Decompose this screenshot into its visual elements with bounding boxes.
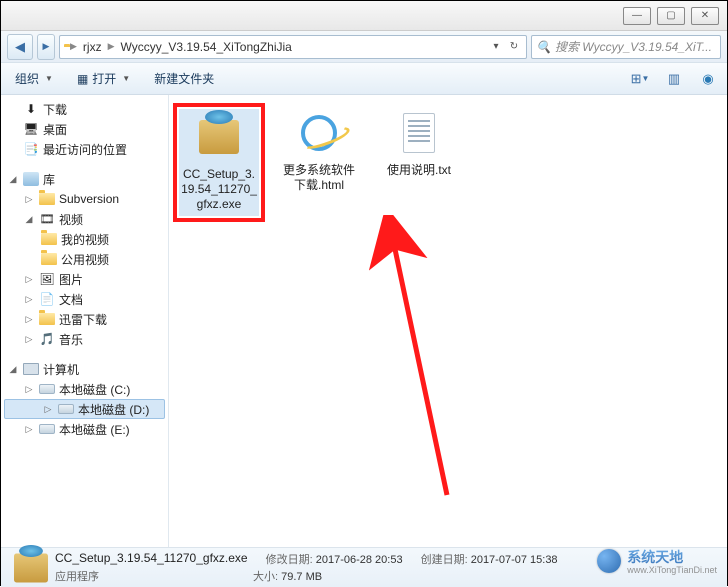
- nav-computer[interactable]: ◢计算机: [1, 359, 168, 379]
- expand-icon[interactable]: ▷: [23, 384, 35, 395]
- open-label: 打开: [92, 70, 116, 87]
- breadcrumb-sep: ▶: [70, 41, 77, 52]
- library-icon: [23, 171, 39, 187]
- file-item-html[interactable]: 更多系统软件下载.html: [279, 109, 359, 193]
- search-placeholder: 搜索 Wyccyy_V3.19.54_XiT...: [555, 38, 712, 55]
- folder-icon: [41, 251, 57, 267]
- forward-button[interactable]: ▶: [37, 34, 55, 60]
- expand-icon[interactable]: ▷: [23, 334, 35, 345]
- nav-pictures[interactable]: ▷🖼图片: [1, 269, 168, 289]
- nav-public-videos[interactable]: 公用视频: [1, 249, 168, 269]
- details-mod-value: 2017-06-28 20:53: [316, 554, 403, 566]
- file-name: CC_Setup_3.19.54_11270_gfxz.exe: [181, 167, 257, 212]
- file-item-txt[interactable]: 使用说明.txt: [379, 109, 459, 178]
- collapse-icon[interactable]: ◢: [23, 214, 35, 225]
- drive-icon: [39, 381, 55, 397]
- close-button[interactable]: ✕: [691, 7, 719, 25]
- watermark: 系统天地 www.XiTongTianDi.net: [597, 547, 717, 575]
- computer-icon: [23, 361, 39, 377]
- collapse-icon[interactable]: ◢: [7, 174, 19, 185]
- nav-music[interactable]: ▷🎵音乐: [1, 329, 168, 349]
- address-row: ◀ ▶ ▶ rjxz ▶ Wyccyy_V3.19.54_XiTongZhiJi…: [1, 31, 727, 63]
- file-name: 更多系统软件下载.html: [279, 163, 359, 193]
- search-input[interactable]: 🔍 搜索 Wyccyy_V3.19.54_XiT...: [531, 35, 721, 59]
- details-size-value: 79.7 MB: [281, 571, 322, 583]
- annotation-arrow: [357, 215, 477, 515]
- address-dropdown-icon[interactable]: ▾: [488, 39, 504, 55]
- organize-label: 组织: [15, 70, 39, 87]
- installer-icon: [195, 113, 243, 161]
- open-icon: ▦: [77, 72, 88, 86]
- expand-icon[interactable]: ▷: [42, 404, 54, 415]
- address-bar[interactable]: ▶ rjxz ▶ Wyccyy_V3.19.54_XiTongZhiJia ▾ …: [59, 35, 527, 59]
- watermark-logo-icon: [597, 549, 621, 573]
- toolbar: 组织▼ ▦ 打开▼ 新建文件夹 ⊞▼ ▥ ◉: [1, 63, 727, 95]
- nav-subversion[interactable]: ▷Subversion: [1, 189, 168, 209]
- nav-videos[interactable]: ◢🎞视频: [1, 209, 168, 229]
- details-size-label: 大小:: [253, 571, 278, 583]
- folder-icon: [39, 191, 55, 207]
- file-item-exe[interactable]: CC_Setup_3.19.54_11270_gfxz.exe: [179, 109, 259, 216]
- file-name: 使用说明.txt: [379, 163, 459, 178]
- expand-icon[interactable]: ▷: [23, 274, 35, 285]
- music-icon: 🎵: [39, 331, 55, 347]
- recent-icon: 📑: [23, 141, 39, 157]
- expand-icon[interactable]: ▷: [23, 194, 35, 205]
- expand-icon[interactable]: ▷: [23, 314, 35, 325]
- refresh-button[interactable]: ↻: [506, 39, 522, 55]
- maximize-button[interactable]: ▢: [657, 7, 685, 25]
- watermark-brand: 系统天地: [627, 549, 683, 565]
- nav-downloads[interactable]: ⬇下载: [1, 99, 168, 119]
- download-icon: ⬇: [23, 101, 39, 117]
- breadcrumb-segment[interactable]: Wyccyy_V3.19.54_XiTongZhiJia: [121, 40, 292, 54]
- nav-desktop[interactable]: 🖥桌面: [1, 119, 168, 139]
- details-filetype: 应用程序: [55, 568, 99, 584]
- expand-icon[interactable]: ▷: [23, 424, 35, 435]
- folder-icon: [41, 231, 57, 247]
- expand-icon[interactable]: ▷: [23, 294, 35, 305]
- html-icon: [295, 109, 343, 157]
- new-folder-button[interactable]: 新建文件夹: [148, 67, 220, 90]
- breadcrumb-segment[interactable]: rjxz: [83, 40, 102, 54]
- documents-icon: 📄: [39, 291, 55, 307]
- details-create-value: 2017-07-07 15:38: [471, 554, 558, 566]
- breadcrumb-sep: ▶: [108, 41, 115, 52]
- details-create-label: 创建日期:: [421, 554, 468, 566]
- nav-my-videos[interactable]: 我的视频: [1, 229, 168, 249]
- details-filename: CC_Setup_3.19.54_11270_gfxz.exe: [55, 551, 248, 567]
- new-folder-label: 新建文件夹: [154, 70, 214, 87]
- nav-documents[interactable]: ▷📄文档: [1, 289, 168, 309]
- main-area: ⬇下载 🖥桌面 📑最近访问的位置 ◢库 ▷Subversion ◢🎞视频 我的视…: [1, 95, 727, 547]
- help-button[interactable]: ◉: [697, 68, 719, 90]
- nav-drive-e[interactable]: ▷本地磁盘 (E:): [1, 419, 168, 439]
- navigation-pane[interactable]: ⬇下载 🖥桌面 📑最近访问的位置 ◢库 ▷Subversion ◢🎞视频 我的视…: [1, 95, 169, 547]
- nav-libraries[interactable]: ◢库: [1, 169, 168, 189]
- nav-xunlei[interactable]: ▷迅雷下载: [1, 309, 168, 329]
- video-icon: 🎞: [39, 211, 55, 227]
- installer-icon: [11, 551, 45, 585]
- watermark-url: www.XiTongTianDi.net: [627, 565, 717, 575]
- back-button[interactable]: ◀: [7, 34, 33, 60]
- collapse-icon[interactable]: ◢: [7, 364, 19, 375]
- organize-menu[interactable]: 组织▼: [9, 67, 59, 90]
- pictures-icon: 🖼: [39, 271, 55, 287]
- txt-icon: [395, 109, 443, 157]
- minimize-button[interactable]: —: [623, 7, 651, 25]
- search-icon: 🔍: [536, 40, 551, 54]
- desktop-icon: 🖥: [23, 121, 39, 137]
- open-button[interactable]: ▦ 打开▼: [71, 67, 136, 90]
- file-list[interactable]: CC_Setup_3.19.54_11270_gfxz.exe 更多系统软件下载…: [169, 95, 727, 547]
- window-titlebar: — ▢ ✕: [1, 1, 727, 31]
- nav-drive-c[interactable]: ▷本地磁盘 (C:): [1, 379, 168, 399]
- folder-icon: [39, 311, 55, 327]
- preview-pane-button[interactable]: ▥: [663, 68, 685, 90]
- drive-icon: [58, 401, 74, 417]
- view-options-button[interactable]: ⊞▼: [629, 68, 651, 90]
- drive-icon: [39, 421, 55, 437]
- nav-drive-d[interactable]: ▷本地磁盘 (D:): [4, 399, 165, 419]
- details-mod-label: 修改日期:: [266, 554, 313, 566]
- nav-recent[interactable]: 📑最近访问的位置: [1, 139, 168, 159]
